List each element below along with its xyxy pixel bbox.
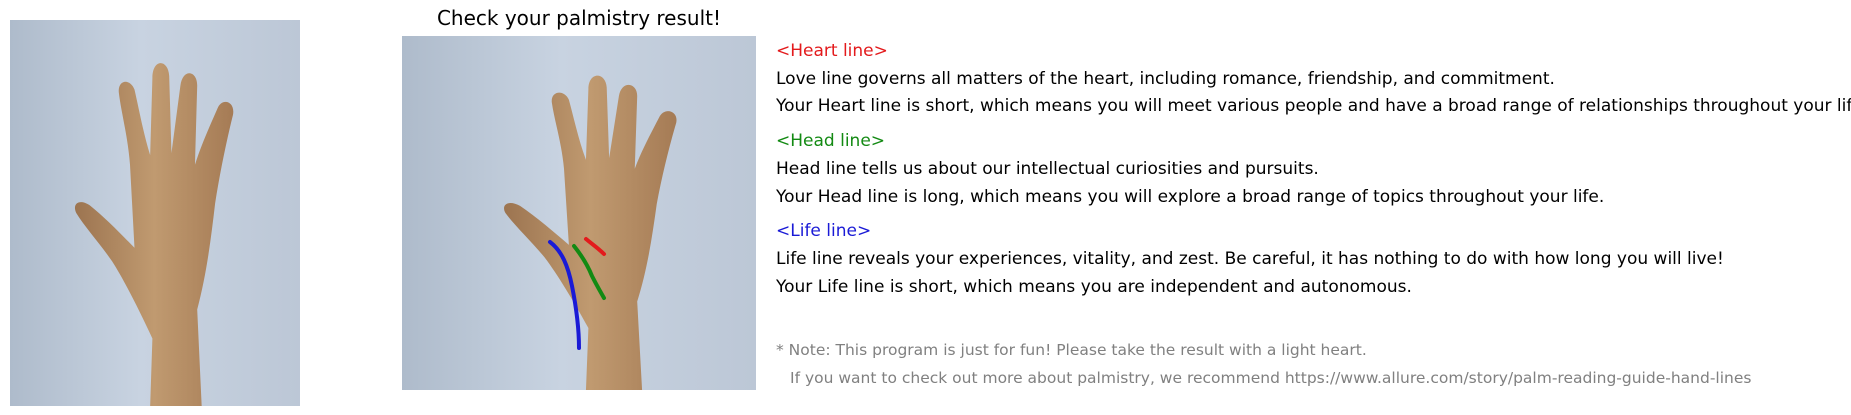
note-line-2: If you want to check out more about palm… bbox=[790, 369, 1752, 387]
life-line-result: Your Life line is short, which means you… bbox=[776, 277, 1412, 297]
note-line-1: * Note: This program is just for fun! Pl… bbox=[776, 341, 1367, 359]
heart-line-description: Love line governs all matters of the hea… bbox=[776, 69, 1555, 89]
result-title: Check your palmistry result! bbox=[436, 6, 722, 30]
heart-line-result: Your Heart line is short, which means yo… bbox=[776, 96, 1851, 116]
life-line-description: Life line reveals your experiences, vita… bbox=[776, 249, 1724, 269]
result-palm-image bbox=[402, 36, 756, 390]
life-line-heading: <Life line> bbox=[776, 221, 872, 241]
original-palm-image bbox=[10, 20, 300, 406]
head-line-description: Head line tells us about our intellectua… bbox=[776, 159, 1319, 179]
heart-line-heading: <Heart line> bbox=[776, 41, 888, 61]
head-line-heading: <Head line> bbox=[776, 131, 886, 151]
head-line-result: Your Head line is long, which means you … bbox=[776, 187, 1605, 207]
